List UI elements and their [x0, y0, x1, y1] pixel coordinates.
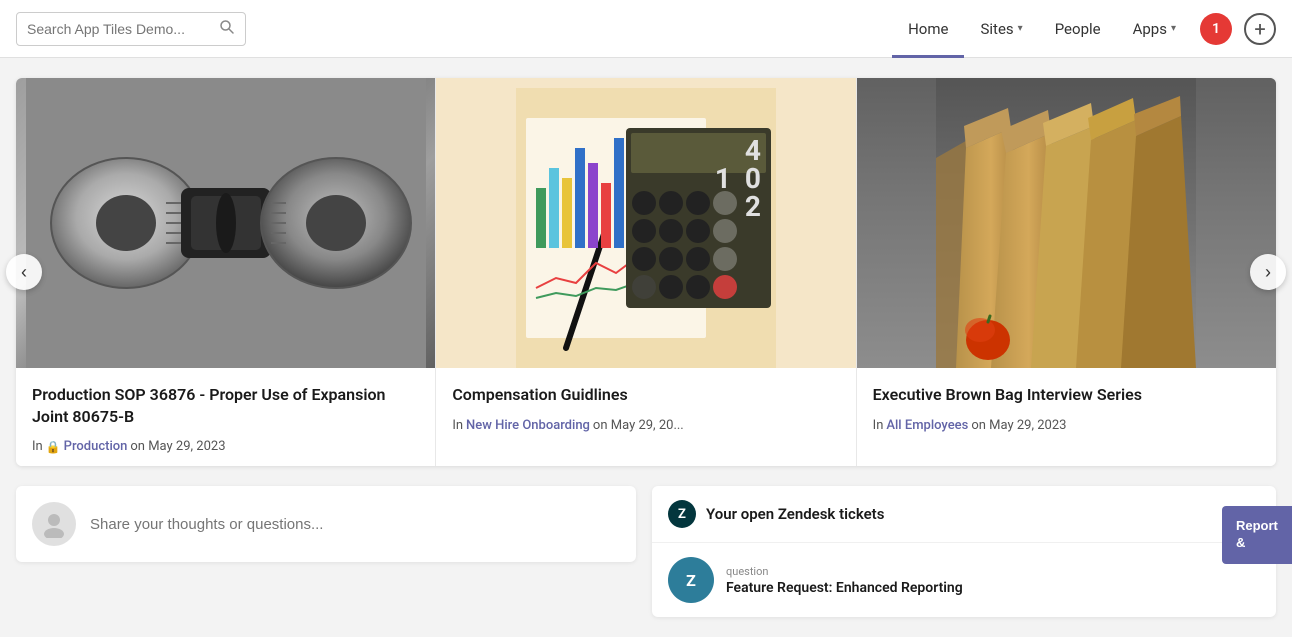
bags-svg	[936, 78, 1196, 368]
zendesk-panel: Z Your open Zendesk tickets Z question F…	[652, 486, 1276, 617]
card-2-body: Compensation Guidlines In New Hire Onboa…	[436, 368, 855, 466]
nav-item-sites[interactable]: Sites ▾	[964, 0, 1038, 58]
card-3-title: Executive Brown Bag Interview Series	[873, 384, 1260, 406]
zendesk-logo: Z	[668, 500, 696, 528]
carousel-prev-button[interactable]: ‹	[6, 254, 42, 290]
card-2: 4 0 1 2	[436, 78, 856, 466]
chevron-down-icon-apps: ▾	[1171, 23, 1176, 34]
card-1-category-link[interactable]: Production	[64, 439, 128, 454]
chevron-down-icon: ▾	[1018, 23, 1023, 34]
card-1: Production SOP 36876 - Proper Use of Exp…	[16, 78, 436, 466]
zendesk-ticket-content: question Feature Request: Enhanced Repor…	[726, 565, 963, 596]
search-icon	[219, 19, 235, 39]
card-1-title: Production SOP 36876 - Proper Use of Exp…	[32, 384, 419, 427]
zendesk-ticket-title: Feature Request: Enhanced Reporting	[726, 580, 963, 596]
bags-image	[857, 78, 1276, 368]
svg-text:2: 2	[745, 190, 761, 223]
zendesk-ticket-item[interactable]: Z question Feature Request: Enhanced Rep…	[652, 543, 1276, 617]
card-3-image	[857, 78, 1276, 368]
card-1-meta: In 🔒 Production on May 29, 2023	[32, 439, 419, 454]
chart-image: 4 0 1 2	[436, 78, 855, 368]
bottom-row: Z Your open Zendesk tickets Z question F…	[16, 486, 1276, 617]
zendesk-ticket-avatar: Z	[668, 557, 714, 603]
mechanical-image	[16, 78, 435, 368]
main-content: ‹	[0, 58, 1292, 637]
nav: Home Sites ▾ People Apps ▾ 1 +	[892, 0, 1276, 58]
add-button[interactable]: +	[1244, 13, 1276, 45]
user-avatar[interactable]: 1	[1200, 13, 1232, 45]
svg-text:1: 1	[715, 162, 731, 195]
card-2-category-link[interactable]: New Hire Onboarding	[466, 418, 590, 433]
carousel: Production SOP 36876 - Proper Use of Exp…	[16, 78, 1276, 466]
report-button[interactable]: Report &	[1222, 506, 1292, 564]
nav-item-home[interactable]: Home	[892, 0, 964, 58]
user-avatar-placeholder	[32, 502, 76, 546]
zendesk-ticket-label: question	[726, 565, 963, 578]
card-2-title: Compensation Guidlines	[452, 384, 839, 406]
card-1-body: Production SOP 36876 - Proper Use of Exp…	[16, 368, 435, 466]
chart-svg: 4 0 1 2	[516, 88, 776, 368]
search-input[interactable]	[27, 21, 213, 37]
person-icon	[40, 510, 68, 538]
mechanical-svg	[26, 78, 426, 368]
card-1-image	[16, 78, 435, 368]
share-input[interactable]	[90, 516, 620, 533]
card-3-body: Executive Brown Bag Interview Series In …	[857, 368, 1276, 466]
zendesk-title: Your open Zendesk tickets	[706, 505, 884, 523]
nav-item-apps[interactable]: Apps ▾	[1117, 0, 1192, 58]
card-3: Executive Brown Bag Interview Series In …	[857, 78, 1276, 466]
nav-item-people[interactable]: People	[1039, 0, 1117, 58]
carousel-wrapper: ‹	[16, 78, 1276, 466]
lock-icon: 🔒	[46, 440, 61, 454]
carousel-next-button[interactable]: ›	[1250, 254, 1286, 290]
card-2-image: 4 0 1 2	[436, 78, 855, 368]
search-box[interactable]	[16, 12, 246, 46]
header: Home Sites ▾ People Apps ▾ 1 +	[0, 0, 1292, 58]
zendesk-header: Z Your open Zendesk tickets	[652, 486, 1276, 543]
card-3-meta: In All Employees on May 29, 2023	[873, 418, 1260, 433]
card-3-category-link[interactable]: All Employees	[886, 418, 968, 433]
share-box	[16, 486, 636, 562]
card-2-meta: In New Hire Onboarding on May 29, 20...	[452, 418, 839, 433]
